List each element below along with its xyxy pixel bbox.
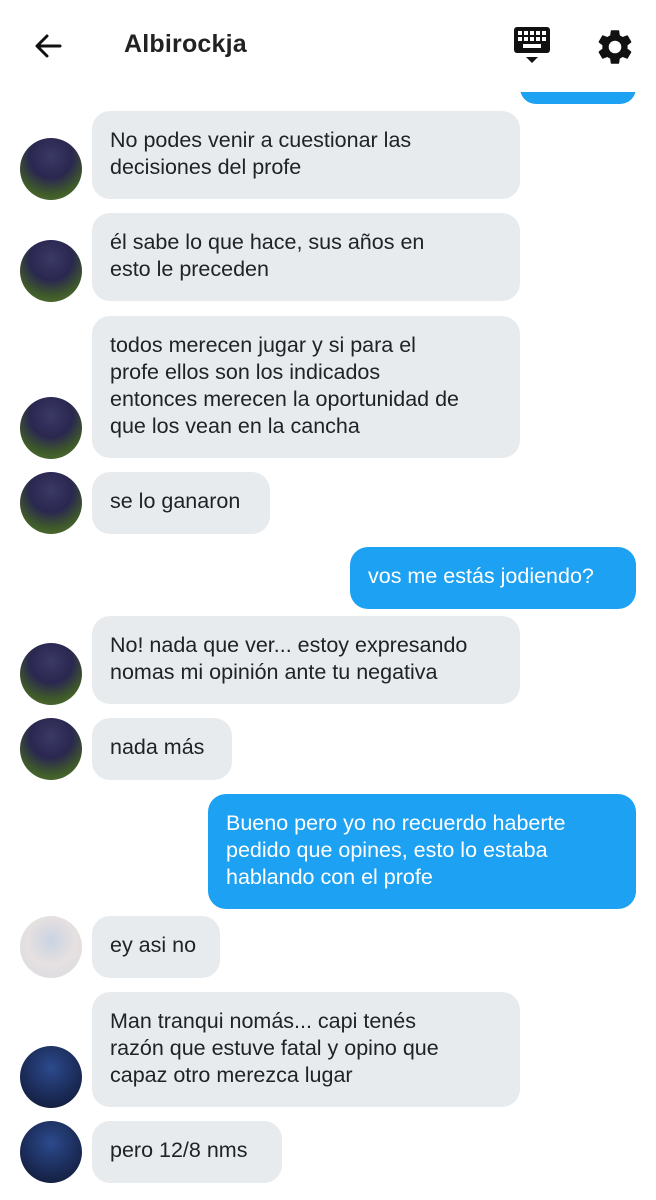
avatar[interactable] bbox=[20, 1046, 82, 1108]
avatar[interactable] bbox=[20, 397, 82, 459]
outgoing-message[interactable]: Bueno pero yo no recuerdo haberte pedido… bbox=[208, 794, 636, 909]
avatar[interactable] bbox=[20, 643, 82, 705]
incoming-message[interactable]: No podes venir a cuestionar las decision… bbox=[92, 111, 520, 199]
avatar[interactable] bbox=[20, 472, 82, 534]
outgoing-message[interactable]: vos me estás jodiendo? bbox=[350, 547, 636, 609]
avatar[interactable] bbox=[20, 1121, 82, 1183]
incoming-message[interactable]: pero 12/8 nms bbox=[92, 1121, 282, 1183]
arrow-left-icon bbox=[35, 34, 62, 58]
incoming-message[interactable]: él sabe lo que hace, sus años en esto le… bbox=[92, 213, 520, 301]
conversation-title: Albirockja bbox=[124, 30, 247, 58]
avatar[interactable] bbox=[20, 916, 82, 978]
gear-icon bbox=[598, 30, 632, 64]
incoming-message[interactable]: ey asi no bbox=[92, 916, 220, 978]
incoming-message[interactable]: todos merecen jugar y si para el profe e… bbox=[92, 316, 520, 458]
keyboard-button[interactable] bbox=[510, 24, 556, 68]
keyboard-icon bbox=[514, 27, 550, 63]
avatar[interactable] bbox=[20, 718, 82, 780]
back-button[interactable] bbox=[28, 26, 68, 66]
settings-button[interactable] bbox=[594, 26, 636, 68]
incoming-message[interactable]: se lo ganaron bbox=[92, 472, 270, 534]
avatar[interactable] bbox=[20, 240, 82, 302]
incoming-message[interactable]: No! nada que ver... estoy expresando nom… bbox=[92, 616, 520, 704]
avatar[interactable] bbox=[20, 138, 82, 200]
incoming-message[interactable]: Man tranqui nomás... capi tenés razón qu… bbox=[92, 992, 520, 1107]
incoming-message[interactable]: nada más bbox=[92, 718, 232, 780]
chat-header: Albirockja bbox=[0, 0, 656, 92]
